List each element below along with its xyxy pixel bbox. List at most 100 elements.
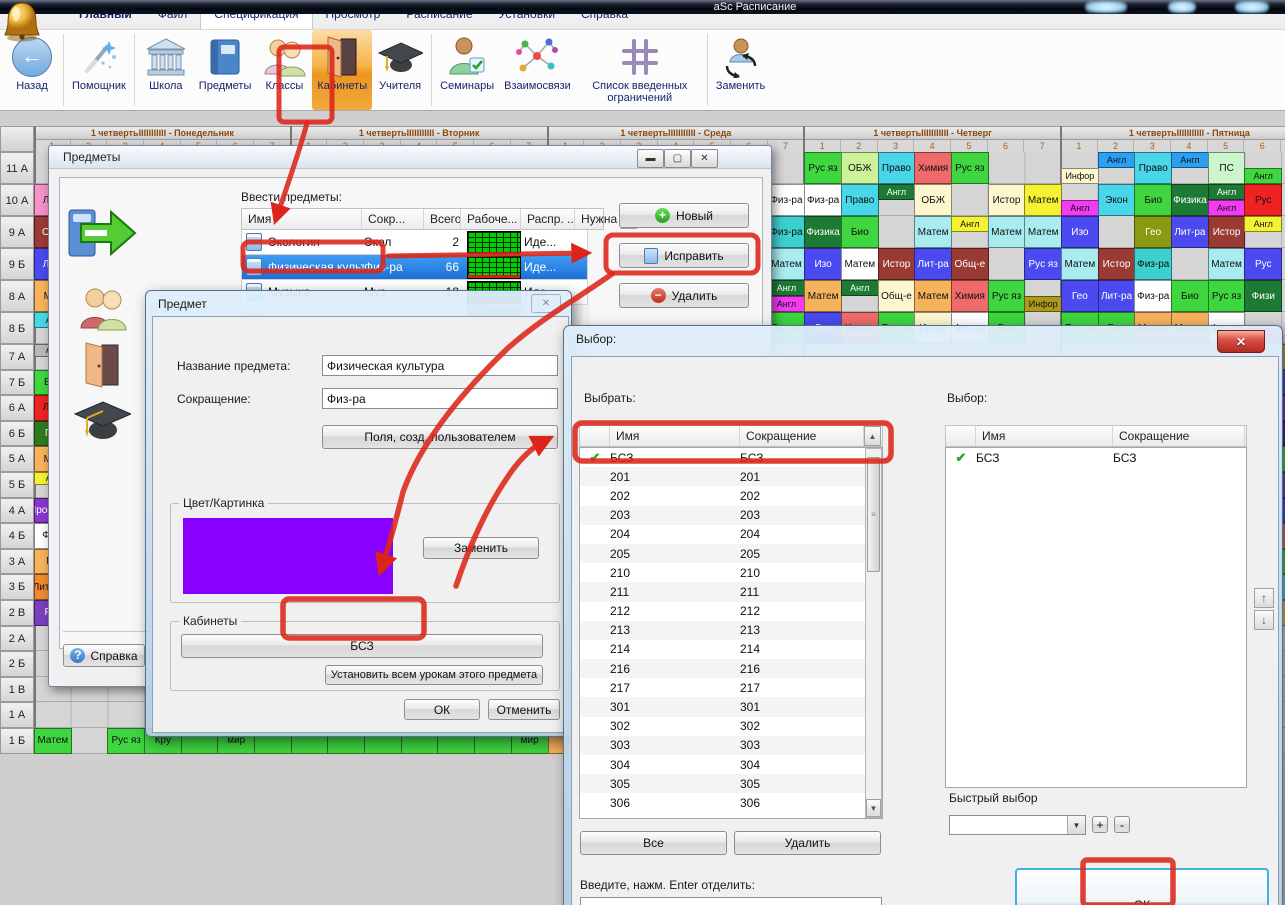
lesson-cell[interactable]: Матем — [841, 248, 879, 280]
subjects-dialog-titlebar[interactable]: Предметы ▬ ▢ ✕ — [49, 146, 771, 169]
lesson-cell[interactable]: Истор — [988, 184, 1026, 216]
lesson-cell[interactable]: Химия — [951, 280, 989, 312]
lesson-cell[interactable]: Англ — [1244, 216, 1282, 232]
room-row[interactable]: ✔БСЗБСЗ — [946, 448, 1246, 467]
teachers-icon[interactable] — [73, 396, 131, 442]
lesson-cell[interactable]: Физика — [1171, 184, 1209, 216]
toolbar-item-Список введенных ограничений[interactable]: Список введенных ограничений — [576, 30, 704, 110]
lesson-cell[interactable]: Физ-ра — [1134, 280, 1172, 312]
remove-button[interactable]: Удалить — [734, 831, 881, 855]
replace-button[interactable]: Заменить — [423, 537, 539, 559]
edit-button[interactable]: Исправить — [619, 243, 749, 268]
room-row[interactable]: ✔БСЗБСЗ — [580, 448, 882, 467]
toolbar-item-Взаимосвязи[interactable]: Взаимосвязи — [499, 30, 576, 110]
room-row[interactable]: 204204 — [580, 525, 882, 544]
room-row[interactable]: 211211 — [580, 582, 882, 601]
new-button[interactable]: + Новый — [619, 203, 749, 228]
lesson-cell[interactable]: Физ-ра — [804, 184, 842, 216]
lesson-cell[interactable]: ОБЖ — [914, 184, 952, 216]
lesson-cell[interactable]: Англ — [1171, 152, 1209, 168]
move-up-button[interactable]: ↑ — [1254, 588, 1274, 608]
lesson-cell[interactable]: Био — [841, 216, 879, 248]
lesson-cell[interactable]: Био — [1134, 184, 1172, 216]
lesson-cell[interactable]: Англ — [1098, 152, 1136, 168]
cancel-button[interactable]: Отменить — [488, 699, 560, 720]
lesson-cell[interactable]: Гео — [1134, 216, 1172, 248]
subject-abbr-input[interactable]: Физ-ра — [322, 388, 558, 409]
room-row[interactable]: 301301 — [580, 697, 882, 716]
subject-color-swatch[interactable] — [183, 518, 393, 594]
subjects-arrow-icon[interactable] — [67, 204, 137, 262]
delete-button[interactable]: − Удалить — [619, 283, 749, 308]
set-all-lessons-button[interactable]: Установить всем урокам этого предмета — [325, 665, 543, 685]
help-button[interactable]: ? Справка — [63, 644, 145, 667]
subject-row[interactable]: ЭкологияЭкол2Иде... — [241, 230, 588, 255]
close-icon[interactable]: ✕ — [1217, 330, 1265, 353]
subject-name-input[interactable]: Физическая культура — [322, 355, 558, 376]
maximize-button[interactable]: ▢ — [664, 149, 691, 168]
lesson-cell[interactable]: Физика — [804, 216, 842, 248]
close-icon[interactable]: ✕ — [531, 294, 561, 313]
quick-select-dropdown[interactable]: ▼ — [949, 815, 1086, 835]
lesson-cell[interactable]: Англ — [768, 280, 806, 296]
lesson-cell[interactable]: Физ-ра — [768, 184, 806, 216]
lesson-cell[interactable]: Англ — [841, 280, 879, 296]
room-row[interactable]: 306306 — [580, 793, 882, 812]
scroll-up-icon[interactable]: ▲ — [864, 426, 881, 446]
lesson-cell[interactable]: Матем — [34, 728, 72, 754]
toolbar-item-Заменить[interactable]: Заменить — [711, 30, 770, 110]
toolbar-item-Предметы[interactable]: Предметы — [194, 30, 257, 110]
column-header[interactable]: Сокр... — [362, 209, 424, 229]
scrollbar[interactable]: ≡▼ — [865, 448, 882, 818]
room-row[interactable]: 302302 — [580, 717, 882, 736]
lesson-cell[interactable]: Англ — [878, 184, 916, 200]
column-header[interactable]: Сокращение — [740, 426, 864, 446]
lesson-cell[interactable]: Рус яз — [1024, 248, 1062, 280]
lesson-cell[interactable]: Физи — [1244, 280, 1282, 312]
toolbar-item-Школа[interactable]: Школа — [138, 30, 194, 110]
toolbar-item-Учителя[interactable]: Учителя — [372, 30, 428, 110]
lesson-cell[interactable]: Рус — [1244, 184, 1282, 216]
lesson-cell[interactable]: Био — [1171, 280, 1209, 312]
column-header[interactable]: Имя — [976, 426, 1113, 446]
enter-input[interactable] — [580, 897, 882, 905]
lesson-cell[interactable]: Матем — [804, 280, 842, 312]
toolbar-item-Семинары[interactable]: Семинары — [435, 30, 499, 110]
lesson-cell[interactable]: Право — [841, 184, 879, 216]
lesson-cell[interactable]: Матем — [914, 280, 952, 312]
lesson-cell[interactable]: Матем — [914, 216, 952, 248]
lesson-cell[interactable]: Лит-ра — [1171, 216, 1209, 248]
custom-fields-button[interactable]: Поля, созд. пользователем — [322, 425, 558, 449]
lesson-cell[interactable]: Гео — [1061, 280, 1099, 312]
quick-remove-button[interactable]: - — [1114, 816, 1130, 833]
room-row[interactable]: 212212 — [580, 602, 882, 621]
lesson-cell[interactable]: Физ-ра — [1134, 248, 1172, 280]
lesson-cell[interactable]: Инфор — [1061, 168, 1099, 184]
close-button[interactable]: ✕ — [691, 149, 718, 168]
column-header[interactable]: Рабоче... — [461, 209, 521, 229]
lesson-cell[interactable]: Рус яз — [107, 728, 145, 754]
lesson-cell[interactable]: Англ — [1061, 200, 1099, 216]
lesson-cell[interactable]: Англ — [1244, 168, 1282, 184]
room-row[interactable]: 210210 — [580, 563, 882, 582]
lesson-cell[interactable]: Рус яз — [804, 152, 842, 184]
lesson-cell[interactable]: Физ-ра — [768, 216, 806, 248]
room-row[interactable]: 304304 — [580, 755, 882, 774]
toolbar-item-Помощник[interactable]: Помощник — [67, 30, 131, 110]
lesson-cell[interactable]: Англ — [1208, 184, 1246, 200]
lesson-cell[interactable]: Матем — [988, 216, 1026, 248]
room-row[interactable]: 201201 — [580, 467, 882, 486]
lesson-cell[interactable]: Рус яз — [988, 280, 1026, 312]
lesson-cell[interactable]: Англ — [1208, 200, 1246, 216]
lesson-cell[interactable]: Лит-ра — [914, 248, 952, 280]
lesson-cell[interactable]: Рус яз — [1208, 280, 1246, 312]
room-row[interactable]: 216216 — [580, 659, 882, 678]
scroll-down-icon[interactable]: ▼ — [866, 799, 881, 817]
lesson-cell[interactable]: Истор — [878, 248, 916, 280]
lesson-cell[interactable]: Химия — [914, 152, 952, 184]
lesson-cell[interactable]: Право — [1134, 152, 1172, 184]
lesson-cell[interactable]: Матем — [1024, 216, 1062, 248]
move-down-button[interactable]: ↓ — [1254, 610, 1274, 630]
lesson-cell[interactable]: Истор — [1208, 216, 1246, 248]
column-header[interactable]: Всего — [424, 209, 461, 229]
